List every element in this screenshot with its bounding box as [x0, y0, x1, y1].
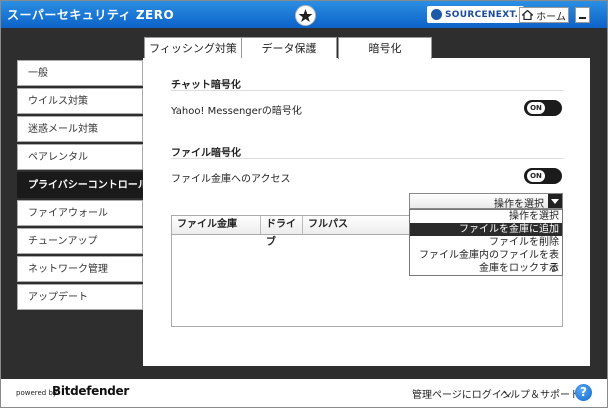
tab-phishing[interactable]: フィッシング対策 [144, 37, 242, 58]
column-header-drive[interactable]: ドライブ [260, 216, 302, 248]
sidebar-item-label: プライバシーコントロール [28, 180, 148, 191]
home-button-label: ホーム [536, 11, 566, 23]
sidebar-item-label: ファイアウォール [28, 208, 108, 219]
sidebar-item-antispam[interactable]: 迷惑メール対策 [17, 116, 143, 142]
sidebar-item-update[interactable]: アップデート [17, 284, 143, 310]
sidebar-item-label: ネットワーク管理 [28, 264, 108, 275]
tab-encryption[interactable]: 暗号化 [338, 37, 432, 59]
sidebar-item-parental[interactable]: ペアレンタル [17, 144, 143, 170]
toggle-state: ON [527, 102, 545, 114]
operation-select-value: 操作を選択 [494, 199, 544, 210]
sidebar-item-antivirus[interactable]: ウイルス対策 [17, 88, 143, 114]
menu-item-add-file-to-vault[interactable]: ファイルを金庫に追加 [410, 223, 562, 236]
powered-by-text: powered by [16, 389, 58, 397]
product-logo-icon [295, 5, 316, 26]
menu-item-delete-file[interactable]: ファイルを削除 [410, 236, 562, 249]
tab-label: フィッシング対策 [149, 42, 237, 55]
chevron-down-icon[interactable] [548, 194, 562, 208]
app-window: スーパーセキュリティ ZERO SOURCENEXT. ホーム 一般 ウイルス対… [0, 0, 608, 408]
menu-item-lock-vault[interactable]: 金庫をロックする [410, 262, 562, 275]
file-vault-access-label: ファイル金庫へのアクセス [171, 174, 291, 185]
help-icon[interactable]: ? [575, 384, 592, 401]
yahoo-messenger-encryption-label: Yahoo! Messengerの暗号化 [171, 106, 302, 117]
home-icon [522, 10, 534, 20]
vendor-logo-icon [431, 9, 442, 20]
sidebar-item-firewall[interactable]: ファイアウォール [17, 200, 143, 226]
sidebar-item-label: アップデート [28, 292, 88, 303]
yahoo-messenger-encryption-toggle[interactable]: ON [524, 100, 562, 116]
bitdefender-logo: Bitdefender [52, 384, 129, 398]
menu-item-show-vault-files[interactable]: ファイル金庫内のファイルを表示 [410, 249, 562, 274]
sidebar-item-general[interactable]: 一般 [17, 60, 143, 86]
file-vault-access-toggle[interactable]: ON [524, 168, 562, 184]
tab-label: 暗号化 [368, 42, 402, 55]
sidebar-item-label: ウイルス対策 [28, 96, 88, 107]
sidebar-item-tuneup[interactable]: チューンアップ [17, 228, 143, 254]
minimize-button[interactable] [575, 7, 590, 23]
operation-select[interactable]: 操作を選択 [409, 193, 563, 210]
admin-login-link[interactable]: 管理ページにログイン [412, 386, 512, 401]
divider [171, 158, 564, 159]
vendor-name: SOURCENEXT. [445, 9, 519, 20]
sidebar-item-label: 迷惑メール対策 [28, 124, 98, 135]
sidebar-item-network[interactable]: ネットワーク管理 [17, 256, 143, 282]
encryption-panel: チャット暗号化 Yahoo! Messengerの暗号化 ON ファイル暗号化 … [143, 58, 590, 366]
toggle-state: ON [527, 170, 545, 182]
help-support-link[interactable]: ヘルプ＆サポート [500, 386, 580, 401]
minimize-icon [579, 17, 586, 19]
app-title: スーパーセキュリティ ZERO [7, 8, 175, 22]
tab-data-protection[interactable]: データ保護 [241, 37, 337, 58]
home-button[interactable]: ホーム [519, 7, 569, 23]
sidebar-item-label: チューンアップ [28, 236, 98, 247]
sidebar-item-label: 一般 [28, 68, 48, 79]
divider [171, 90, 564, 91]
column-header-vault[interactable]: ファイル金庫 [172, 216, 260, 234]
title-bar: スーパーセキュリティ ZERO SOURCENEXT. ホーム [1, 1, 607, 28]
menu-item-select-operation[interactable]: 操作を選択 [410, 210, 562, 223]
footer: powered by Bitdefender 管理ページにログイン ヘルプ＆サポ… [1, 379, 607, 407]
operation-menu: 操作を選択 ファイルを金庫に追加 ファイルを削除 ファイル金庫内のファイルを表示… [409, 209, 563, 276]
sidebar-item-label: ペアレンタル [28, 152, 88, 163]
tab-label: データ保護 [261, 42, 317, 55]
sidebar-item-privacy-control[interactable]: プライバシーコントロール [17, 172, 149, 198]
file-encryption-title: ファイル暗号化 [171, 148, 241, 159]
vendor-logo: SOURCENEXT. [427, 6, 525, 23]
chat-encryption-title: チャット暗号化 [171, 80, 241, 91]
